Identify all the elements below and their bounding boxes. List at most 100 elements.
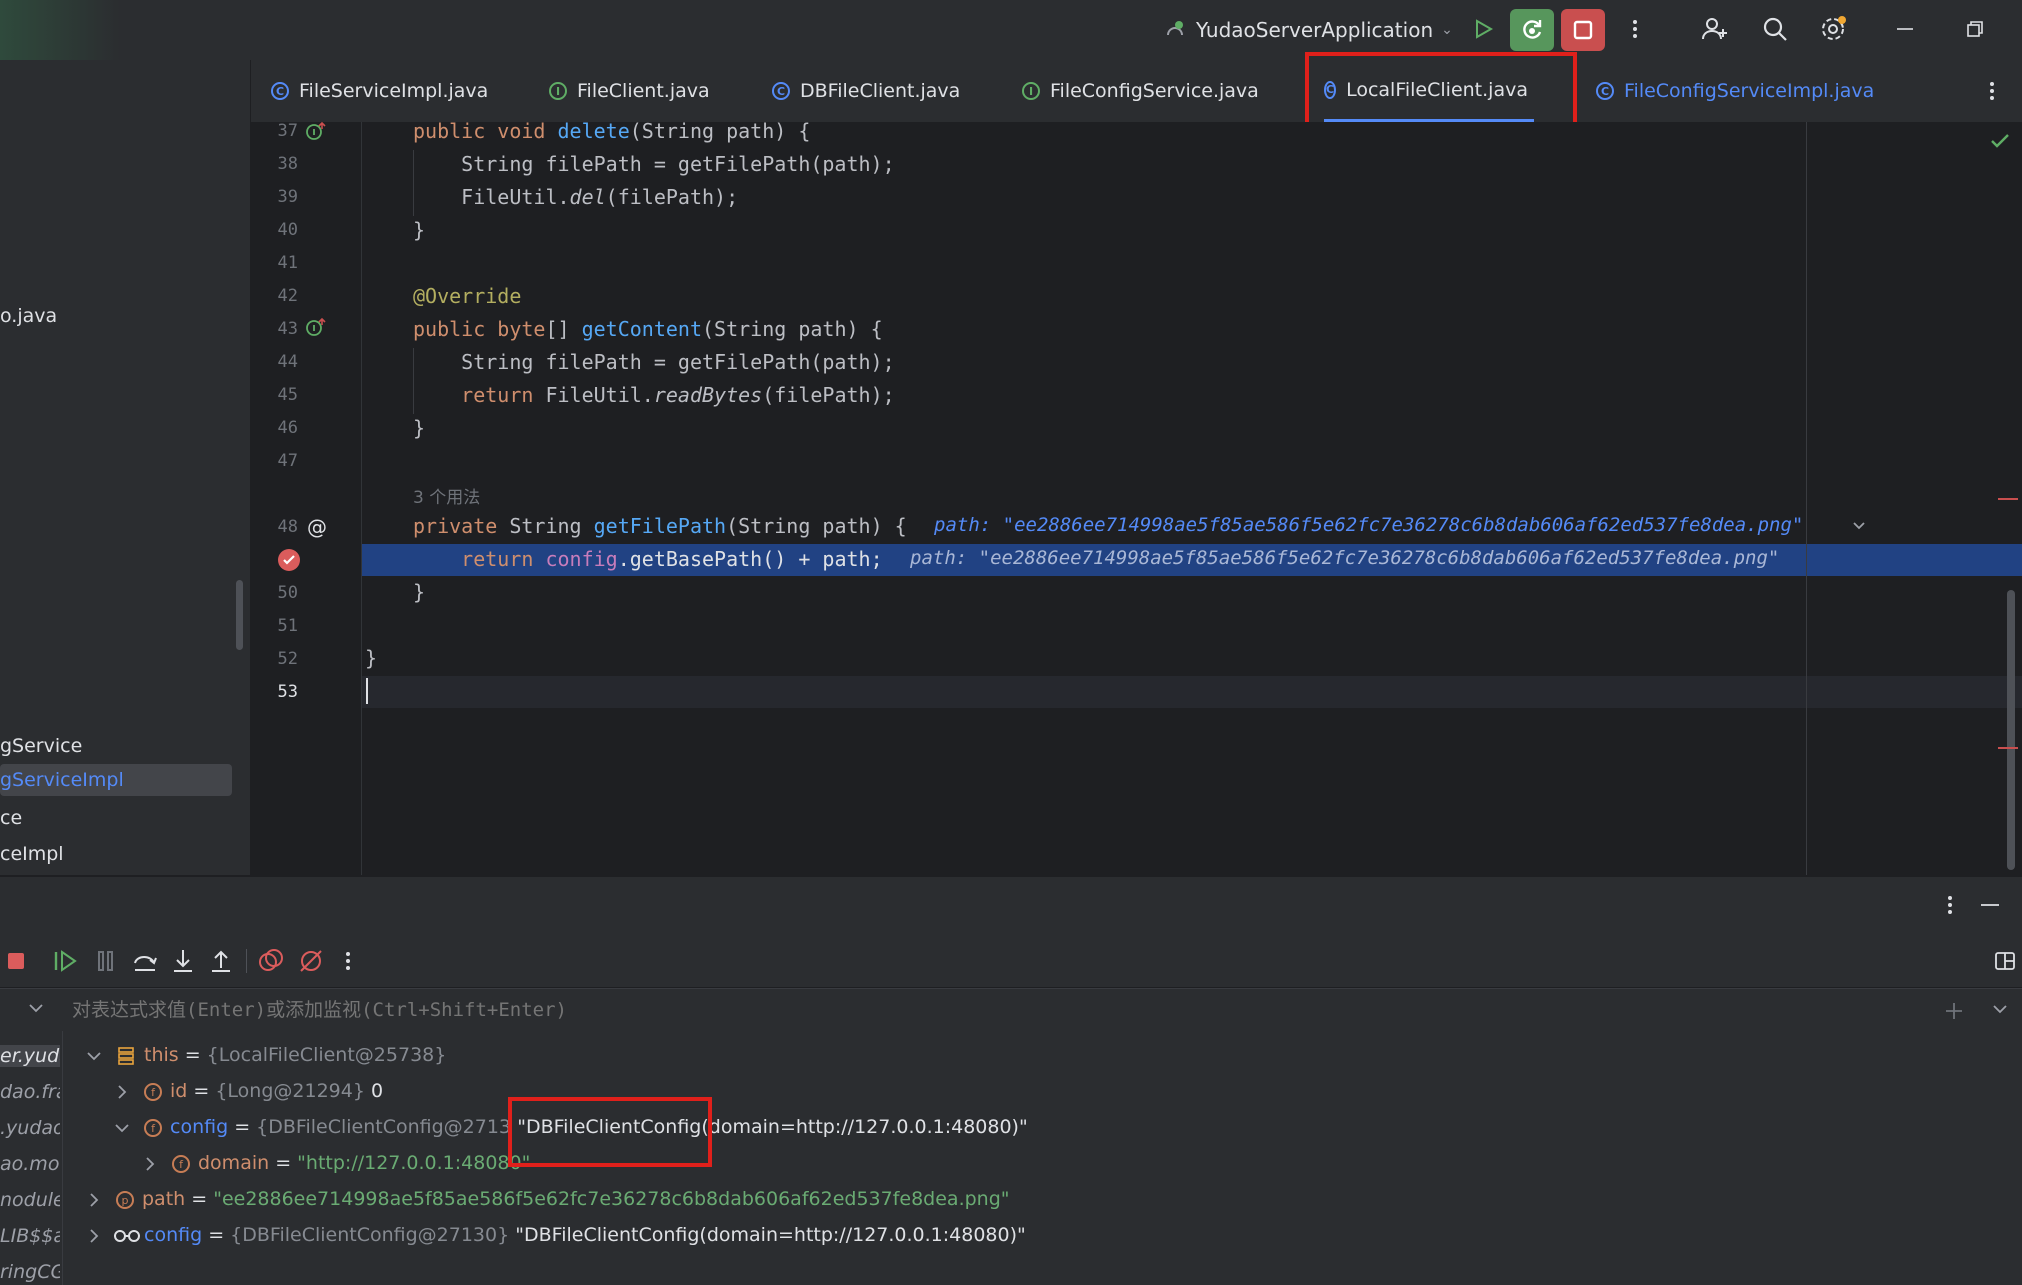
hide-panel-icon[interactable] <box>1980 903 2000 907</box>
highlight-box-config-value <box>508 1097 712 1167</box>
frame-item[interactable]: ao.mod <box>0 1153 60 1175</box>
view-breakpoints-icon[interactable] <box>258 948 284 974</box>
editor-tabs: C FileServiceImpl.java I FileClient.java… <box>251 60 2022 123</box>
frame-filter-dropdown[interactable] <box>28 999 44 1018</box>
minimize-icon <box>1897 28 1913 30</box>
frame-item[interactable]: dao.fra <box>0 1081 60 1103</box>
highlight-box-tab <box>1305 52 1577 126</box>
variable-domain[interactable]: f domain = "http://127.0.0.1:48080" <box>172 1152 530 1174</box>
chevron-right-icon[interactable] <box>88 1228 100 1244</box>
frame-item[interactable]: LIB$$a <box>0 1225 60 1247</box>
frame-item[interactable]: nodule.i <box>0 1189 60 1211</box>
line-number: 44 <box>277 352 298 372</box>
watch-glasses-icon <box>114 1229 140 1242</box>
parameter-icon: p <box>116 1190 134 1209</box>
rerun-debug-button[interactable] <box>1510 9 1554 51</box>
title-bar-glow <box>0 0 120 60</box>
svg-text:@: @ <box>307 515 327 539</box>
resume-icon[interactable] <box>52 949 78 973</box>
settings-button[interactable] <box>1816 12 1850 46</box>
variable-path[interactable]: p path = "ee2886ee714998ae5f85ae586f5e62f… <box>116 1188 1010 1210</box>
add-watch-icon[interactable] <box>1944 1001 1964 1021</box>
variable-id[interactable]: f id = {Long@21294} 0 <box>144 1080 383 1102</box>
project-item[interactable]: gService <box>0 735 82 757</box>
variable-name: domain <box>198 1152 270 1174</box>
pause-icon[interactable] <box>96 949 116 973</box>
implementing-method-icon[interactable] <box>305 317 327 337</box>
step-over-icon[interactable] <box>132 949 158 973</box>
tab-db-file-client[interactable]: C DBFileClient.java <box>772 60 960 122</box>
tabs-more-button[interactable] <box>1988 80 1996 106</box>
line-number: 39 <box>277 187 298 207</box>
chevron-down-icon[interactable] <box>1992 1003 2008 1015</box>
chevron-right-icon[interactable] <box>116 1084 128 1100</box>
search-button[interactable] <box>1758 12 1792 46</box>
chevron-down-icon[interactable] <box>86 1050 102 1062</box>
chevron-down-icon[interactable] <box>114 1122 130 1134</box>
title-bar: YudaoServerApplication ⌄ <box>0 0 2022 61</box>
project-scrollbar[interactable] <box>236 580 243 650</box>
code-line-38: String filePath = getFilePath(path); <box>413 152 895 176</box>
tab-label: DBFileClient.java <box>800 80 961 102</box>
code-fragment: (filePath); <box>762 383 895 407</box>
frame-item[interactable]: ringCG <box>0 1261 60 1283</box>
class-icon: C <box>772 82 790 100</box>
more-icon <box>1633 20 1637 38</box>
chevron-down-icon: ⌄ <box>1441 22 1453 38</box>
tab-file-config-service-impl[interactable]: C FileConfigServiceImpl.java <box>1596 60 1874 122</box>
tab-file-client[interactable]: I FileClient.java <box>549 60 710 122</box>
project-item-selected[interactable]: gServiceImpl <box>0 764 232 796</box>
chevron-right-icon[interactable] <box>144 1156 156 1172</box>
usages-hint[interactable]: 3 个用法 <box>413 483 480 508</box>
run-button[interactable] <box>1466 12 1500 46</box>
layout-icon[interactable] <box>1994 950 2016 972</box>
step-into-icon[interactable] <box>172 948 194 974</box>
run-config-selector[interactable]: YudaoServerApplication ⌄ <box>1162 14 1453 46</box>
minimize-button[interactable] <box>1888 12 1922 46</box>
stop-icon[interactable] <box>6 951 26 971</box>
code-line-52: } <box>365 646 378 670</box>
object-icon <box>118 1046 134 1065</box>
tab-file-config-service[interactable]: I FileConfigService.java <box>1022 60 1259 122</box>
project-item[interactable]: ce <box>0 807 22 829</box>
variable-name: id <box>170 1080 188 1102</box>
project-item[interactable]: o.java <box>0 305 57 327</box>
variable-ref: {LocalFileClient@25738} <box>206 1044 447 1066</box>
indent-guide <box>413 348 414 414</box>
frame-item[interactable]: .yudao. <box>0 1117 60 1139</box>
text-caret <box>366 678 368 704</box>
variable-this[interactable]: this = {LocalFileClient@25738} <box>116 1044 446 1066</box>
chevron-right-icon[interactable] <box>88 1192 100 1208</box>
at-sign-icon[interactable]: @ <box>305 515 329 539</box>
frame-item[interactable]: er.yudao <box>0 1045 60 1067</box>
implementing-method-icon[interactable] <box>305 121 327 141</box>
tab-file-service-impl[interactable]: C FileServiceImpl.java <box>271 60 488 122</box>
editor-scrollbar[interactable] <box>2007 590 2015 870</box>
stop-button[interactable] <box>1561 9 1605 51</box>
line-number: 41 <box>277 253 298 273</box>
step-out-icon[interactable] <box>210 948 232 974</box>
chevron-down-icon[interactable] <box>1852 520 1866 532</box>
restore-button[interactable] <box>1958 12 1992 46</box>
project-item[interactable]: ceImpl <box>0 843 64 865</box>
code-line-44: String filePath = getFilePath(path); <box>413 350 895 374</box>
variable-ref: {DBFileClientConfig@27130} <box>256 1116 512 1138</box>
variable-config-watch[interactable]: config = {DBFileClientConfig@27130} "DBF… <box>114 1224 1026 1246</box>
code-with-me-button[interactable] <box>1698 12 1732 46</box>
more-actions-button[interactable] <box>1620 12 1650 46</box>
breakpoint-icon[interactable] <box>276 547 302 573</box>
mute-breakpoints-icon[interactable] <box>298 948 324 974</box>
variable-name: config <box>144 1224 203 1246</box>
field-icon: f <box>144 1118 162 1137</box>
line-number: 46 <box>277 418 298 438</box>
line-number: 50 <box>277 583 298 603</box>
more-icon[interactable] <box>1946 894 1954 916</box>
more-icon[interactable] <box>344 950 352 972</box>
right-margin-guide <box>1806 122 1807 875</box>
code-editor[interactable] <box>362 122 2022 875</box>
tab-label: FileClient.java <box>577 80 710 102</box>
code-fragment: FileUtil. <box>413 185 570 209</box>
evaluate-expression-input[interactable] <box>70 993 1874 1027</box>
line-number: 45 <box>277 385 298 405</box>
variable-value: 0 <box>371 1080 384 1102</box>
